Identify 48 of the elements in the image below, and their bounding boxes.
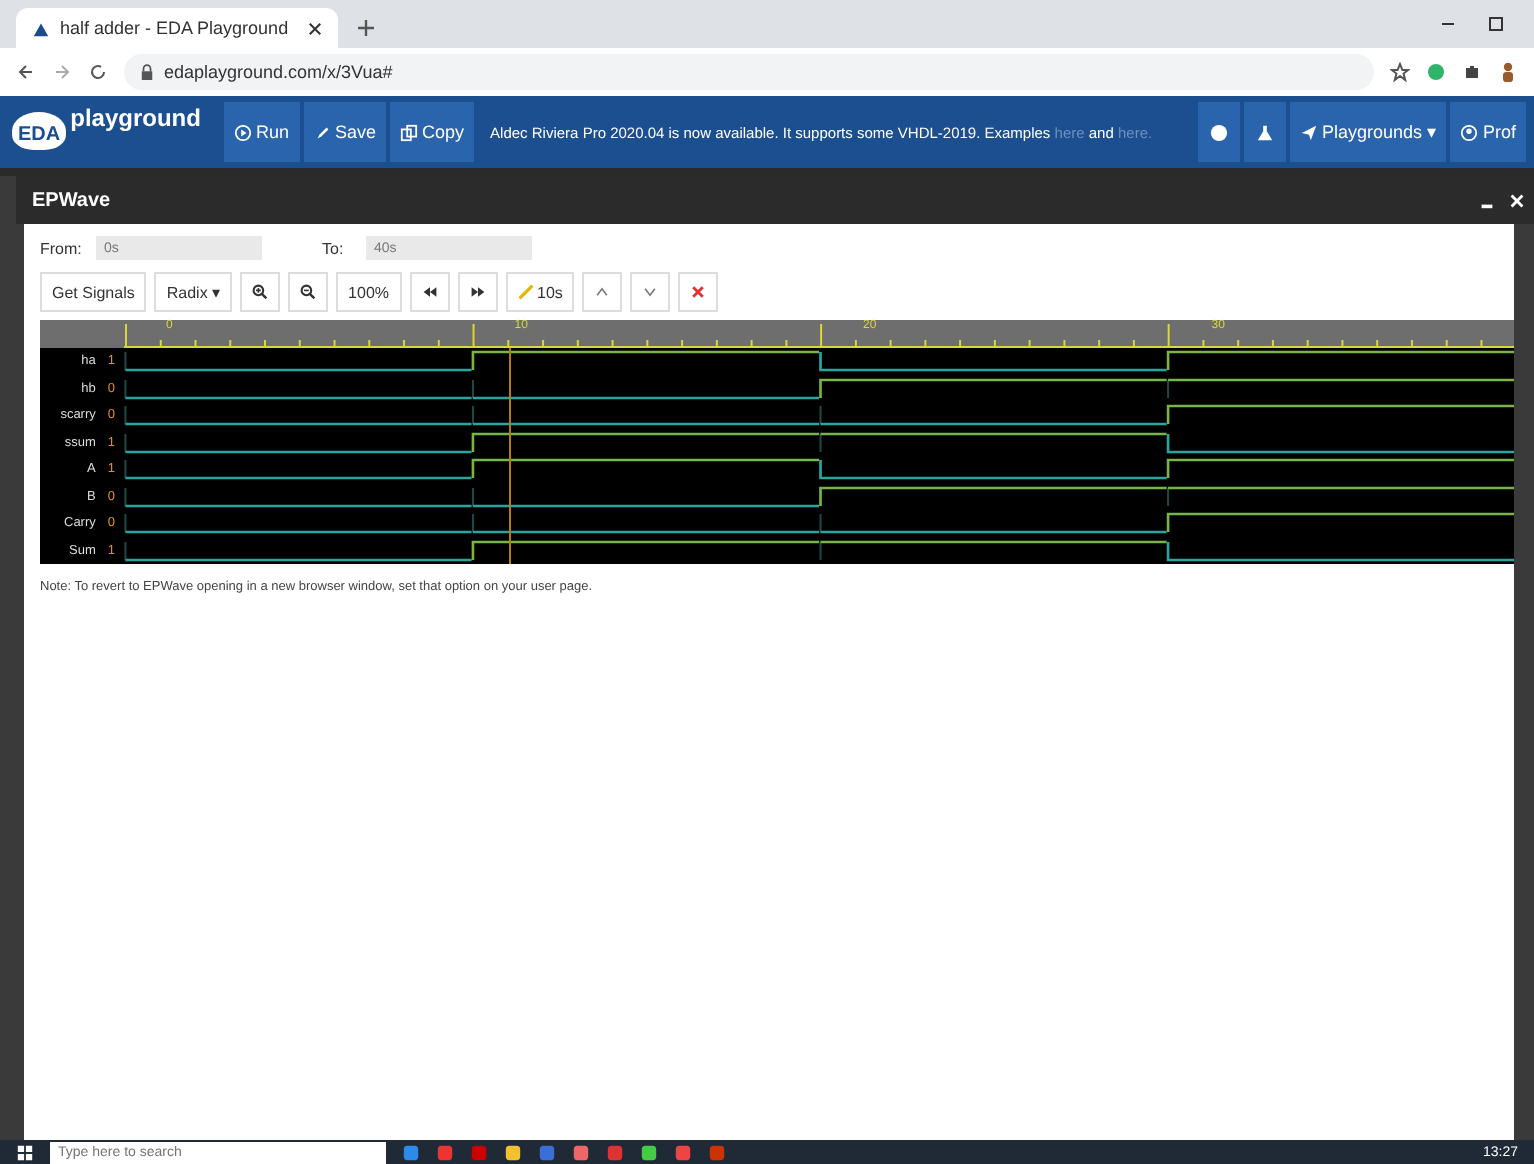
new-tab-icon[interactable] — [358, 20, 374, 36]
panel-title: EPWave — [32, 189, 111, 211]
user-icon — [1460, 123, 1479, 141]
help-button[interactable] — [1197, 102, 1240, 162]
copy-button[interactable]: Copy — [390, 102, 475, 162]
marker-icon — [517, 284, 534, 300]
avatar-icon[interactable] — [1498, 62, 1518, 82]
delete-button[interactable] — [678, 272, 719, 312]
favicon-icon — [32, 19, 50, 37]
toolbar-button[interactable]: 100% — [336, 272, 402, 312]
back-icon[interactable] — [16, 62, 36, 82]
zoom-in-icon — [252, 284, 269, 300]
fast-forward-icon — [469, 284, 486, 300]
reload-icon[interactable] — [88, 62, 108, 82]
extension-icon[interactable] — [1426, 62, 1446, 82]
copy-icon — [400, 123, 419, 141]
pencil-icon — [313, 123, 332, 141]
chevron-down-icon — [642, 284, 659, 300]
marker-button[interactable]: 10s — [505, 272, 575, 312]
play-icon — [234, 123, 252, 141]
flask-button[interactable] — [1243, 102, 1286, 162]
toolbar-button[interactable]: Get Signals — [40, 272, 147, 312]
paper-plane-icon — [1299, 123, 1318, 141]
chevron-up-icon — [594, 284, 611, 300]
start-icon[interactable] — [16, 1143, 34, 1161]
playgrounds-button[interactable]: Playgrounds ▾ — [1289, 102, 1447, 162]
to-label: To: — [322, 239, 346, 257]
zoom-out-button[interactable] — [288, 272, 329, 312]
lock-icon — [140, 63, 154, 81]
maximize-icon[interactable] — [1486, 14, 1506, 34]
delete-icon — [690, 284, 707, 300]
logo-text[interactable]: playground — [70, 104, 201, 132]
star-icon[interactable] — [1390, 62, 1410, 82]
address-field[interactable]: edaplayground.com/x/3Vua# — [124, 54, 1374, 90]
zoom-in-button[interactable] — [240, 272, 281, 312]
profile-button[interactable]: Prof — [1450, 102, 1526, 162]
zoom-out-icon — [300, 284, 317, 300]
previous-edge-button[interactable] — [409, 272, 450, 312]
from-label: From: — [40, 239, 84, 257]
run-button[interactable]: Run — [224, 102, 300, 162]
next-edge-button[interactable] — [457, 272, 498, 312]
close-icon[interactable] — [308, 21, 322, 35]
logo-badge[interactable]: EDA — [12, 112, 67, 150]
toolbar-button[interactable]: Radix ▾ — [154, 272, 233, 312]
save-button[interactable]: Save — [303, 102, 387, 162]
flask-icon — [1255, 123, 1274, 141]
rewind-icon — [421, 284, 438, 300]
browser-tab[interactable]: half adder - EDA Playground — [16, 8, 338, 48]
